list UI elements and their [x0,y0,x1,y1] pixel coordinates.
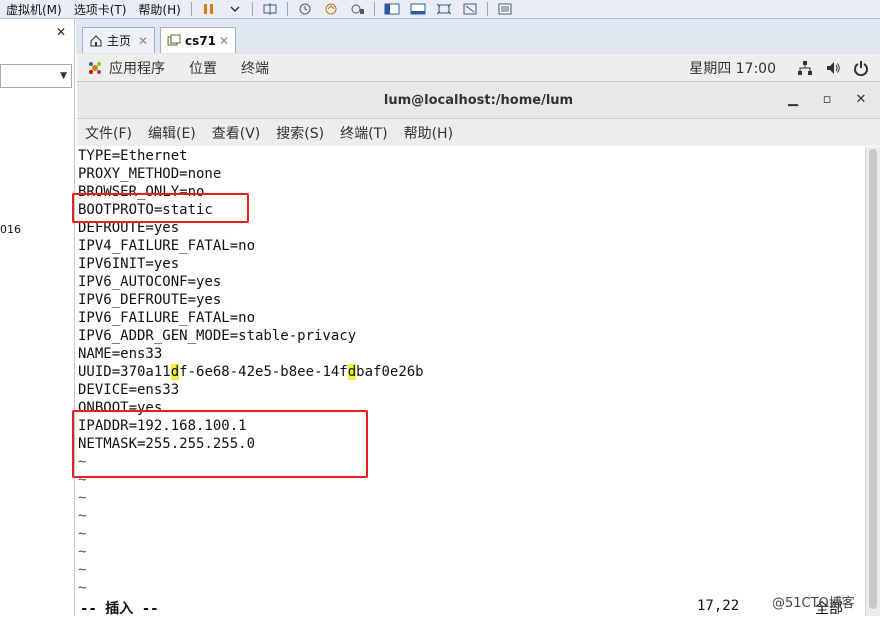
uuid-line: UUID=370a11df-6e68-42e5-b8ee-14fdbaf0e26… [78,363,424,381]
host-menu-tabs[interactable]: 选项卡(T) [68,1,133,18]
empty-line-tilde: ~ [78,508,87,524]
chevron-down-icon: ▼ [60,71,67,81]
minimize-button[interactable]: ▁ [785,92,801,107]
file-line: NAME=ens33 [78,346,163,362]
unity-icon[interactable] [460,2,480,16]
file-line: DEVICE=ens33 [78,382,180,398]
host-toolbar: 虚拟机(M) 选项卡(T) 帮助(H) [0,0,880,19]
terminal-titlebar: lum@localhost:/home/lum ▁ ▫ ✕ [77,82,880,119]
close-icon[interactable]: ✕ [219,34,229,48]
revert-snapshot-icon[interactable] [321,2,341,16]
library-item-label[interactable]: 016 [0,223,21,236]
snapshot-manager-icon[interactable] [347,2,367,16]
show-library-icon[interactable] [382,2,402,16]
search-highlight: d [347,364,357,380]
toolbar-divider [286,2,288,16]
gnome-top-bar: 应用程序 位置 终端 星期四 17:00 [77,54,880,82]
file-line: IPV4_FAILURE_FATAL=no [78,238,256,254]
pause-icon[interactable] [199,2,219,16]
search-highlight: d [170,364,180,380]
terminal-scrollbar[interactable] [865,147,880,616]
vm-icon [167,34,181,45]
menu-file[interactable]: 文件(F) [85,123,132,143]
cursor-position: 17,22 [697,598,740,614]
home-icon [90,34,102,46]
file-line: IPV6INIT=yes [78,256,180,272]
empty-line-tilde: ~ [78,580,87,596]
menu-search[interactable]: 搜索(S) [276,123,324,143]
places-menu[interactable]: 位置 [189,58,217,78]
library-filter-select[interactable]: ▼ [0,64,72,88]
annotation-box-network [72,410,368,478]
chevron-down-icon[interactable] [225,2,245,16]
empty-line-tilde: ~ [78,526,87,542]
menu-view[interactable]: 查看(V) [212,123,261,143]
file-line: TYPE=Ethernet [78,148,188,164]
toolbar-divider [251,2,253,16]
empty-line-tilde: ~ [78,562,87,578]
fullscreen-icon[interactable] [434,2,454,16]
vm-tab-strip: 主页 ✕ cs71 ✕ [76,19,880,54]
host-menu-vm[interactable]: 虚拟机(M) [0,1,68,18]
terminal-app-menu[interactable]: 终端 [241,58,269,78]
file-line: IPV6_AUTOCONF=yes [78,274,222,290]
menu-edit[interactable]: 编辑(E) [148,123,196,143]
menu-terminal[interactable]: 终端(T) [340,123,387,143]
volume-icon[interactable] [824,59,842,77]
close-icon[interactable]: ✕ [56,25,66,39]
tab-label: 主页 [107,34,132,48]
uuid-part: UUID=370a11 [78,364,171,380]
close-icon[interactable]: ✕ [138,34,148,48]
power-icon[interactable] [852,59,870,77]
uuid-part: baf0e26b [356,364,424,380]
thumbnail-bar-icon[interactable] [408,2,428,16]
watermark: @51CTO博客 [772,596,855,611]
empty-line-tilde: ~ [78,490,87,506]
tab-cs71[interactable]: cs71 ✕ [160,27,236,53]
vim-mode-indicator: -- 插入 -- [80,601,159,617]
close-button[interactable]: ✕ [853,92,869,107]
network-icon[interactable] [796,59,814,77]
toolbar-divider [373,2,375,16]
applications-menu[interactable]: 应用程序 [109,58,165,78]
apps-menu-icon [89,61,101,74]
scrollbar-thumb[interactable] [869,149,877,609]
empty-line-tilde: ~ [78,544,87,560]
tab-home[interactable]: 主页 ✕ [82,27,155,53]
maximize-button[interactable]: ▫ [819,92,835,107]
console-view-icon[interactable] [495,2,515,16]
terminal-menubar: 文件(F) 编辑(E) 查看(V) 搜索(S) 终端(T) 帮助(H) [77,119,880,146]
host-menu-help[interactable]: 帮助(H) [132,1,186,18]
snapshot-icon[interactable] [295,2,315,16]
file-line: PROXY_METHOD=none [78,166,222,182]
send-keys-icon[interactable] [260,2,280,16]
toolbar-divider [486,2,488,16]
file-line: IPV6_ADDR_GEN_MODE=stable-privacy [78,328,357,344]
menu-help[interactable]: 帮助(H) [404,123,453,143]
window-title: lum@localhost:/home/lum [383,92,574,108]
file-line: IPV6_DEFROUTE=yes [78,292,222,308]
annotation-box-bootproto [72,193,249,223]
clock[interactable]: 星期四 17:00 [689,58,776,78]
toolbar-divider [190,2,192,16]
library-pane: ✕ ▼ 016 [0,19,75,616]
file-line: IPV6_FAILURE_FATAL=no [78,310,256,326]
uuid-part: f-6e68-42e5-b8ee-14f [179,364,348,380]
tab-label: cs71 [185,33,216,48]
